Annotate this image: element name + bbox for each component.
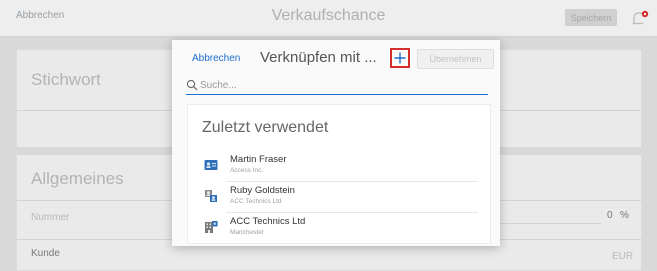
dialog-title: Verknüpfen mit ... [260,49,377,66]
contact-person-icon [205,190,217,202]
add-new-button[interactable] [390,48,410,68]
list-item[interactable]: ACC Technics Ltd Manchester [200,214,478,244]
list-item-name: Ruby Goldstein [230,185,295,196]
dialog-cancel-button[interactable]: Abbrechen [192,53,240,64]
percent-value: 0 [607,210,613,221]
list-item-name: Martin Fraser [230,154,287,165]
company-building-icon [205,221,218,233]
app-header: Abbrechen Verkaufschance Speichern [0,0,657,37]
search-input[interactable] [200,78,480,92]
list-item-name: ACC Technics Ltd [230,216,306,227]
percent-unit: % [620,210,629,221]
currency-label: EUR [612,251,634,262]
list-item-subtitle: Manchester [230,229,264,236]
save-button[interactable]: Speichern [565,9,617,26]
divider [226,212,478,213]
search-icon [186,79,198,91]
customer-label: Kunde [31,248,60,259]
recent-list-title: Zuletzt verwendet [202,119,329,136]
divider [226,181,478,182]
keyword-section-title: Stichwort [31,70,101,89]
search-field[interactable] [186,76,488,95]
notification-bell-icon[interactable] [628,8,650,30]
general-section-title: Allgemeines [31,169,124,188]
number-label: Nummer [31,212,70,223]
percent-underline [497,223,601,224]
accept-button[interactable]: Übernehmen [417,49,494,69]
plus-icon [394,52,406,64]
recent-list: Zuletzt verwendet Martin Fraser Access I… [187,104,491,244]
list-item-subtitle: Access Inc. [230,167,264,174]
list-item-subtitle: ACC Technics Ltd [230,198,282,205]
list-item[interactable]: Martin Fraser Access Inc. [200,152,478,182]
page-title: Verkaufschance [271,7,386,24]
list-item[interactable]: Ruby Goldstein ACC Technics Ltd [200,183,478,213]
contact-card-icon [204,160,218,170]
link-with-dialog: Abbrechen Verknüpfen mit ... Übernehmen … [172,40,500,246]
